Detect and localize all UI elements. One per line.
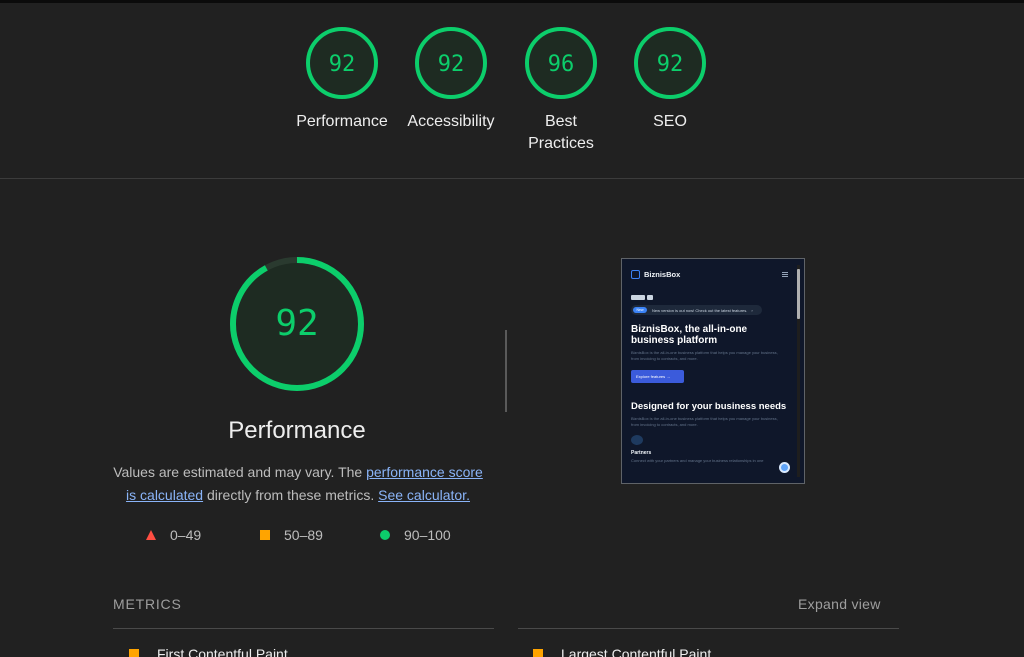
gauge-ring: 96 [525,27,597,99]
announcement-pill: New [633,307,647,313]
gauge-score: 92 [657,52,684,77]
score-legend: 0–49 50–89 90–100 [0,527,600,547]
partners-icon [631,435,643,445]
screenshot-feature-text: Connect with your partners and manage yo… [631,458,764,463]
metric-label: First Contentful Paint [157,646,288,657]
gauge-ring: 92 [634,27,706,99]
metrics-divider [113,628,494,629]
expand-view-toggle[interactable]: Expand view [798,596,881,612]
circle-icon [380,530,390,540]
badge-icon [647,295,653,300]
final-screenshot[interactable]: BiznisBox New New version is out now! Ch… [621,258,805,484]
screenshot-badges [631,295,788,300]
screenshot-cta-button: Explore features → [631,370,684,383]
screenshot-announcement: New New version is out now! Check out th… [631,305,762,315]
square-icon [129,649,139,657]
metric-label: Largest Contentful Paint [561,646,712,657]
gauge-score: 92 [438,52,465,77]
gauge-ring: 92 [306,27,378,99]
square-icon [533,649,543,657]
badge-icon [631,295,645,300]
gauge-score: 92 [329,52,356,77]
screenshot-navbar: BiznisBox [631,267,788,281]
box-logo-icon [631,269,640,279]
see-calculator-link[interactable]: See calculator. [378,487,470,503]
metric-largest-contentful-paint[interactable]: Largest Contentful Paint [533,646,711,657]
legend-range: 90–100 [404,527,451,543]
gauge-ring: 92 [415,27,487,99]
triangle-icon [146,530,156,540]
screenshot-section-text: BiznisBox is the all-in-one business pla… [631,416,778,427]
screenshot-hero-text: BiznisBox is the all-in-one business pla… [631,350,778,361]
screenshot-brand: BiznisBox [644,269,681,279]
description-text: directly from these metrics. [203,487,379,503]
chevron-right-icon: › [751,307,753,313]
screenshot-hero-title: BiznisBox, the all-in-one business platf… [631,324,748,346]
metric-first-contentful-paint[interactable]: First Contentful Paint [129,646,288,657]
legend-range: 50–89 [284,527,323,543]
hamburger-menu-icon [782,271,788,277]
performance-score: 92 [275,303,318,344]
screenshot-section-title: Designed for your business needs [631,401,787,412]
screenshot-feature-title: Partners [631,450,652,456]
chat-bubble-icon [779,462,790,473]
gauge-seo[interactable]: 92 SEO [615,25,725,133]
gauge-accessibility[interactable]: 92 Accessibility [396,25,506,133]
legend-pass: 90–100 [380,527,451,543]
screenshot-content: BiznisBox New New version is out now! Ch… [622,259,796,483]
performance-description: Values are estimated and may vary. The p… [108,461,488,507]
score-summary: 92 Performance 92 Accessibility 96 Best … [0,3,1024,179]
legend-fail: 0–49 [146,527,201,543]
performance-gauge: 92 [226,253,368,395]
performance-gauge-ring: 92 [230,257,364,391]
gauge-label: SEO [653,113,687,130]
performance-title: Performance [228,417,366,444]
screenshot-scrollbar-thumb [797,269,800,319]
legend-range: 0–49 [170,527,202,543]
vertical-divider [505,330,507,412]
gauge-performance[interactable]: 92 Performance [287,25,397,133]
gauge-best-practices[interactable]: 96 Best Practices [506,25,616,155]
description-text: Values are estimated and may vary. The [113,464,367,480]
gauge-score: 96 [548,52,575,77]
section-divider [0,178,1024,179]
metrics-heading: METRICS [113,596,182,612]
gauge-label: Best Practices [528,113,594,152]
square-icon [260,530,270,540]
announcement-text: New version is out now! Check out the la… [652,307,748,313]
gauge-label: Performance [296,113,388,130]
legend-average: 50–89 [260,527,323,543]
metrics-divider [518,628,899,629]
gauge-label: Accessibility [407,113,495,130]
